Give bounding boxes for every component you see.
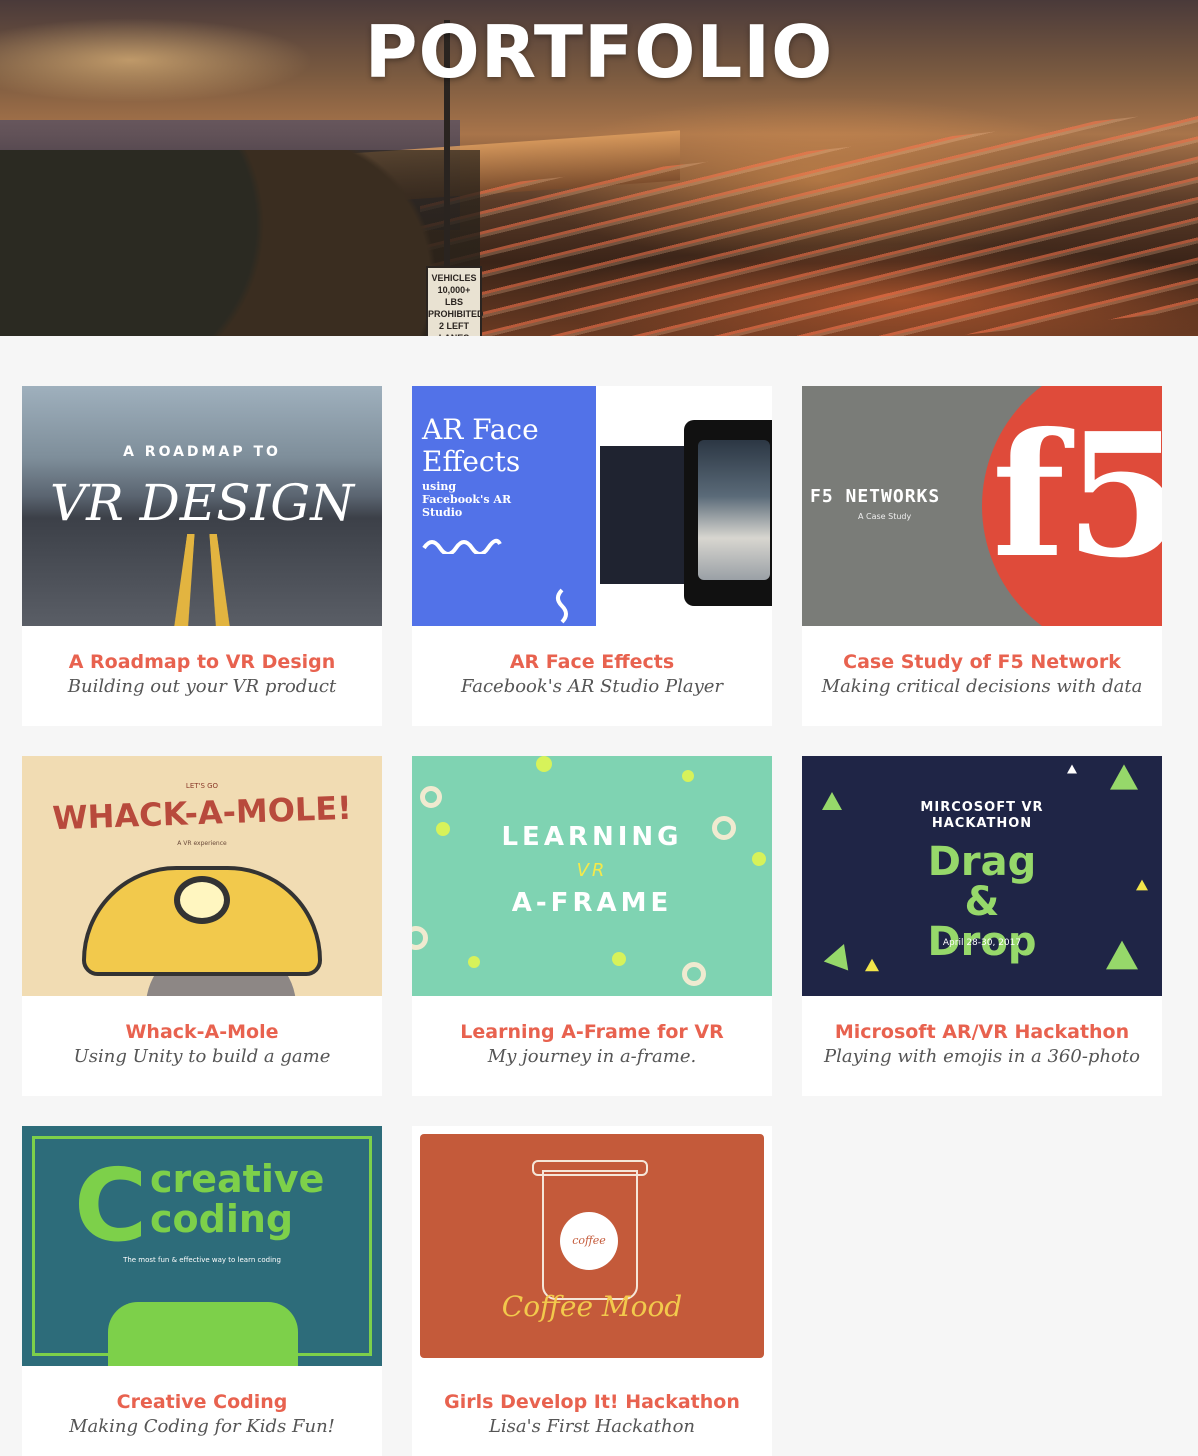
project-card-f5[interactable]: f5 F5 NETWORKS A Case Study Case Study o… [802,386,1162,726]
hero-banner: VEHICLES 10,000+ LBS PROHIBITED 2 LEFT L… [0,0,1198,336]
gamepad-graphic [108,1302,298,1366]
project-subtitle: Using Unity to build a game [73,1046,331,1067]
thumb-text: coding [150,1197,294,1241]
project-title[interactable]: Learning A-Frame for VR [412,1021,772,1043]
project-subtitle: Building out your VR product [67,676,337,697]
hat-lamp-graphic [174,876,230,924]
decor-dot [468,956,480,968]
project-thumbnail[interactable]: LEARNING VR A-FRAME [412,756,772,996]
thumb-text: A Case Study [858,512,912,521]
thumb-text: AR Face Effects [422,413,539,478]
project-title[interactable]: Microsoft AR/VR Hackathon [802,1021,1162,1043]
project-title[interactable]: Whack-A-Mole [22,1021,382,1043]
project-subtitle: Lisa's First Hackathon [488,1416,696,1437]
road-lines-graphic [140,534,264,626]
thumb-text: A VR experience [177,840,227,847]
thumb-text: using Facebook's AR Studio [422,480,512,519]
coffee-logo: coffee [560,1212,618,1270]
studio-screen-graphic [600,446,696,584]
project-title[interactable]: AR Face Effects [412,651,772,673]
project-thumbnail[interactable]: LET'S GO WHACK-A-MOLE! A VR experience [22,756,382,996]
thumb-text: creative [150,1157,325,1201]
thumb-text: April 28-30, 2017 [942,938,1022,948]
decor-ring [420,786,442,808]
project-subtitle: My journey in a-frame. [487,1046,697,1067]
page-title: PORTFOLIO [364,10,834,94]
f5-logo: f5 [992,396,1162,596]
thumb-text: MIRCOSOFT VR HACKATHON [920,800,1044,831]
project-card-girls-develop-it[interactable]: coffee Coffee Mood Girls Develop It! Hac… [412,1126,772,1456]
wizard-face-graphic [698,440,770,580]
thumb-text: A ROADMAP TO [123,444,281,460]
thumb-text: WHACK-A-MOLE! [51,788,353,838]
project-thumbnail[interactable]: C creative coding The most fun & effecti… [22,1126,382,1366]
project-card-aframe[interactable]: LEARNING VR A-FRAME Learning A-Frame for… [412,756,772,1096]
project-thumbnail[interactable]: AR Face Effects using Facebook's AR Stud… [412,386,772,626]
project-title[interactable]: A Roadmap to VR Design [22,651,382,673]
project-title[interactable]: Case Study of F5 Network [802,651,1162,673]
hero-bg-trees [0,150,480,336]
decor-ring [682,962,706,986]
project-card-vr-design[interactable]: A ROADMAP TO VR DESIGN A Roadmap to VR D… [22,386,382,726]
project-card-creative-coding[interactable]: C creative coding The most fun & effecti… [22,1126,382,1456]
project-card-hackathon[interactable]: MIRCOSOFT VR HACKATHON Drag & Drop April… [802,756,1162,1096]
thumb-text: LEARNING [501,822,683,852]
thumb-text: F5 NETWORKS [810,486,941,507]
decor-triangle [1067,764,1077,774]
project-thumbnail[interactable]: coffee Coffee Mood [412,1126,772,1366]
project-subtitle: Playing with emojis in a 360-photo [824,1046,1140,1067]
project-subtitle: Making critical decisions with data [821,676,1143,697]
project-thumbnail[interactable]: MIRCOSOFT VR HACKATHON Drag & Drop April… [802,756,1162,996]
thumb-text: The most fun & effective way to learn co… [123,1256,281,1264]
thumb-text: VR [576,860,608,881]
project-subtitle: Facebook's AR Studio Player [460,676,724,697]
project-thumbnail[interactable]: f5 F5 NETWORKS A Case Study [802,386,1162,626]
decor-triangle [1110,764,1138,790]
decor-ring [412,926,428,950]
project-subtitle: Making Coding for Kids Fun! [69,1416,335,1437]
wave-icon [422,538,502,554]
squiggle-icon [556,588,568,624]
decor-dot [612,952,626,966]
thumb-text: A-FRAME [511,888,673,918]
thumb-text: VR DESIGN [50,474,354,532]
decor-dot [682,770,694,782]
project-card-whack-a-mole[interactable]: LET'S GO WHACK-A-MOLE! A VR experience W… [22,756,382,1096]
c-logo-graphic: C [74,1147,148,1264]
project-title[interactable]: Creative Coding [22,1391,382,1413]
decor-dot [536,756,552,772]
project-title[interactable]: Girls Develop It! Hackathon [412,1391,772,1413]
hero-road-sign: VEHICLES 10,000+ LBS PROHIBITED 2 LEFT L… [426,266,484,336]
project-card-ar-face-effects[interactable]: AR Face Effects using Facebook's AR Stud… [412,386,772,726]
thumb-text: Coffee Mood [501,1290,683,1323]
project-thumbnail[interactable]: A ROADMAP TO VR DESIGN [22,386,382,626]
